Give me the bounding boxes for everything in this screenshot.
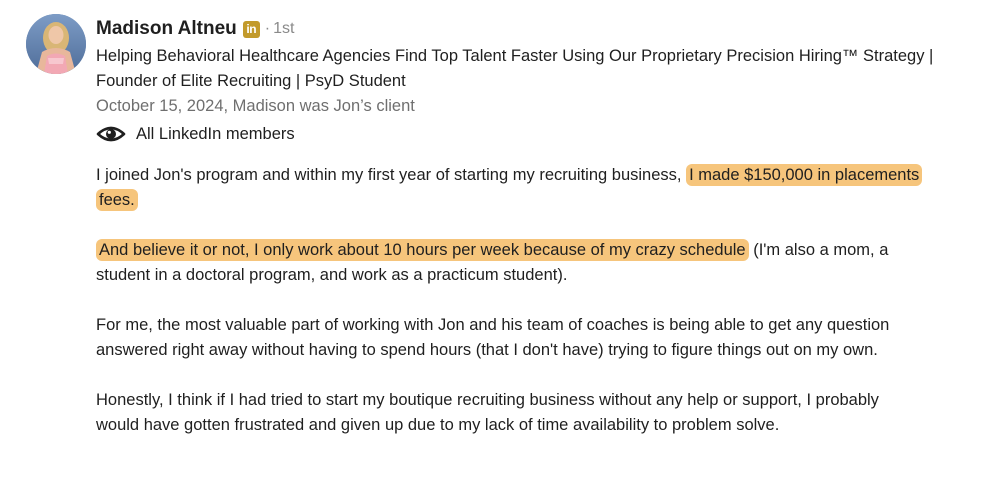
author-headline: Helping Behavioral Healthcare Agencies F… (96, 47, 934, 90)
paragraph-3: For me, the most valuable part of workin… (96, 316, 890, 359)
connection-degree: 1st (273, 20, 295, 37)
recommendation-meta: October 15, 2024, Madison was Jon’s clie… (96, 97, 415, 115)
recommendation-card: Madison Altneu in · 1st Helping Behavior… (0, 0, 997, 501)
visibility-label: All LinkedIn members (136, 124, 295, 143)
recommendation-text: I joined Jon's program and within my fir… (96, 163, 926, 463)
paragraph-2: And believe it or not, I only work about… (96, 238, 926, 288)
profile-photo (26, 14, 86, 74)
linkedin-icon: in (242, 20, 260, 38)
paragraph-1: I joined Jon's program and within my fir… (96, 163, 926, 213)
highlighted-text: And believe it or not, I only work about… (96, 239, 749, 261)
eye-icon (96, 124, 126, 144)
paragraph-4: Honestly, I think if I had tried to star… (96, 391, 879, 434)
author-name[interactable]: Madison Altneu (96, 18, 237, 40)
separator-dot: · (264, 20, 271, 37)
avatar[interactable] (26, 14, 86, 74)
visibility-setting: All LinkedIn members (96, 121, 295, 147)
author-name-line: Madison Altneu in · 1st (96, 16, 294, 42)
paragraph-1-text: I joined Jon's program and within my fir… (96, 166, 687, 184)
